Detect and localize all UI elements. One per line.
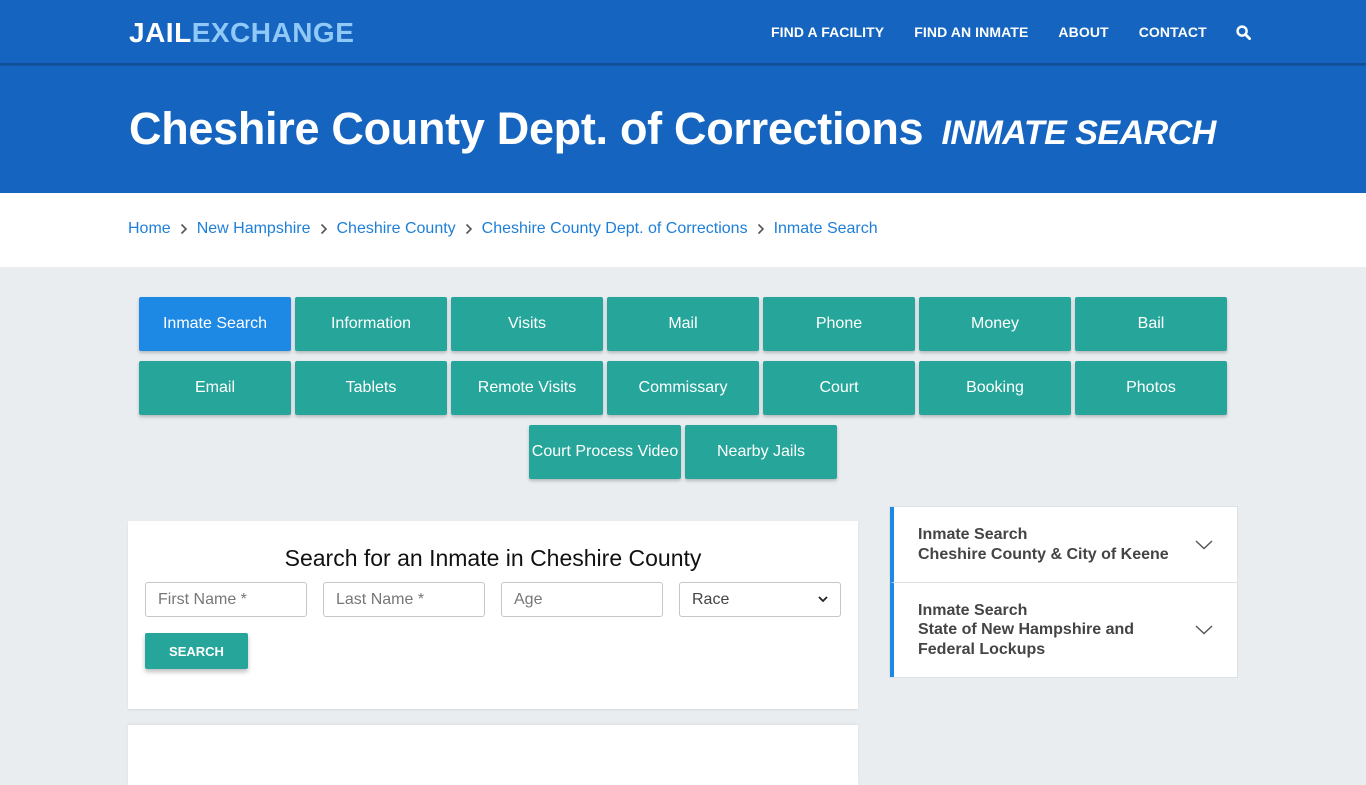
- breadcrumb-home[interactable]: Home: [128, 220, 171, 238]
- search-button[interactable]: SEARCH: [145, 633, 248, 669]
- top-navbar: JAILEXCHANGE FIND A FACILITY FIND AN INM…: [0, 0, 1366, 64]
- main-nav: FIND A FACILITY FIND AN INMATE ABOUT CON…: [756, 0, 1265, 64]
- nav-about[interactable]: ABOUT: [1043, 24, 1123, 40]
- nav-find-inmate[interactable]: FIND AN INMATE: [899, 24, 1043, 40]
- tab-nearby-jails[interactable]: Nearby Jails: [685, 425, 837, 479]
- page-hero: Cheshire County Dept. of Corrections INM…: [0, 64, 1366, 193]
- tab-mail[interactable]: Mail: [607, 297, 759, 351]
- age-input[interactable]: [501, 582, 663, 617]
- accordion-subtitle: Cheshire County & City of Keene: [918, 545, 1169, 563]
- logo-jail: JAIL: [129, 17, 192, 48]
- facility-tabs: Inmate Search Information Visits Mail Ph…: [0, 297, 1366, 489]
- breadcrumb-bar: Home New Hampshire Cheshire County Chesh…: [0, 193, 1366, 267]
- accordion-title: Inmate Search: [918, 526, 1028, 543]
- search-heading: Search for an Inmate in Cheshire County: [284, 545, 702, 571]
- breadcrumb-current[interactable]: Inmate Search: [774, 220, 878, 238]
- tab-tablets[interactable]: Tablets: [295, 361, 447, 415]
- chevron-right-icon: [465, 223, 473, 235]
- tab-row: Court Process Video Nearby Jails: [0, 425, 1366, 479]
- site-logo[interactable]: JAILEXCHANGE: [129, 16, 354, 50]
- search-icon[interactable]: [1222, 24, 1265, 40]
- first-name-input[interactable]: [145, 582, 307, 617]
- tab-information[interactable]: Information: [295, 297, 447, 351]
- breadcrumb-state[interactable]: New Hampshire: [197, 220, 311, 238]
- tab-phone[interactable]: Phone: [763, 297, 915, 351]
- tab-email[interactable]: Email: [139, 361, 291, 415]
- breadcrumb-county[interactable]: Cheshire County: [337, 220, 456, 238]
- logo-exchange: EXCHANGE: [191, 17, 355, 48]
- sidebar-accordion: Inmate Search Cheshire County & City of …: [889, 506, 1238, 678]
- tab-court-process-video[interactable]: Court Process Video: [529, 425, 681, 479]
- last-name-input[interactable]: [323, 582, 485, 617]
- tab-inmate-search[interactable]: Inmate Search: [139, 297, 291, 351]
- nav-contact[interactable]: CONTACT: [1124, 24, 1222, 40]
- tab-money[interactable]: Money: [919, 297, 1071, 351]
- breadcrumb-facility[interactable]: Cheshire County Dept. of Corrections: [482, 220, 748, 238]
- chevron-right-icon: [180, 223, 188, 235]
- chevron-down-icon: [1195, 625, 1213, 635]
- chevron-right-icon: [320, 223, 328, 235]
- tab-photos[interactable]: Photos: [1075, 361, 1227, 415]
- tab-row: Email Tablets Remote Visits Commissary C…: [0, 361, 1366, 415]
- accordion-item-state-federal[interactable]: Inmate Search State of New Hampshire and…: [890, 582, 1237, 677]
- breadcrumb: Home New Hampshire Cheshire County Chesh…: [128, 220, 878, 238]
- tab-visits[interactable]: Visits: [451, 297, 603, 351]
- nav-find-facility[interactable]: FIND A FACILITY: [756, 24, 899, 40]
- tab-remote-visits[interactable]: Remote Visits: [451, 361, 603, 415]
- tab-booking[interactable]: Booking: [919, 361, 1071, 415]
- chevron-down-icon: [818, 596, 828, 603]
- accordion-title: Inmate Search: [918, 601, 1028, 619]
- accordion-subtitle: State of New Hampshire and Federal Locku…: [918, 621, 1135, 658]
- race-select-value: Race: [692, 590, 730, 608]
- race-select[interactable]: Race: [679, 582, 841, 617]
- page-title: Cheshire County Dept. of Corrections INM…: [129, 102, 1216, 160]
- tab-court[interactable]: Court: [763, 361, 915, 415]
- inmate-search-card: Search for an Inmate in Cheshire County …: [128, 521, 858, 709]
- tab-bail[interactable]: Bail: [1075, 297, 1227, 351]
- tab-row: Inmate Search Information Visits Mail Ph…: [0, 297, 1366, 351]
- tab-commissary[interactable]: Commissary: [607, 361, 759, 415]
- chevron-right-icon: [757, 223, 765, 235]
- facility-name: Cheshire County Dept. of Corrections: [129, 103, 924, 154]
- accordion-item-county[interactable]: Inmate Search Cheshire County & City of …: [890, 507, 1237, 582]
- content-card: [128, 725, 858, 785]
- chevron-down-icon: [1195, 539, 1213, 550]
- page-subtitle: INMATE SEARCH: [941, 114, 1216, 152]
